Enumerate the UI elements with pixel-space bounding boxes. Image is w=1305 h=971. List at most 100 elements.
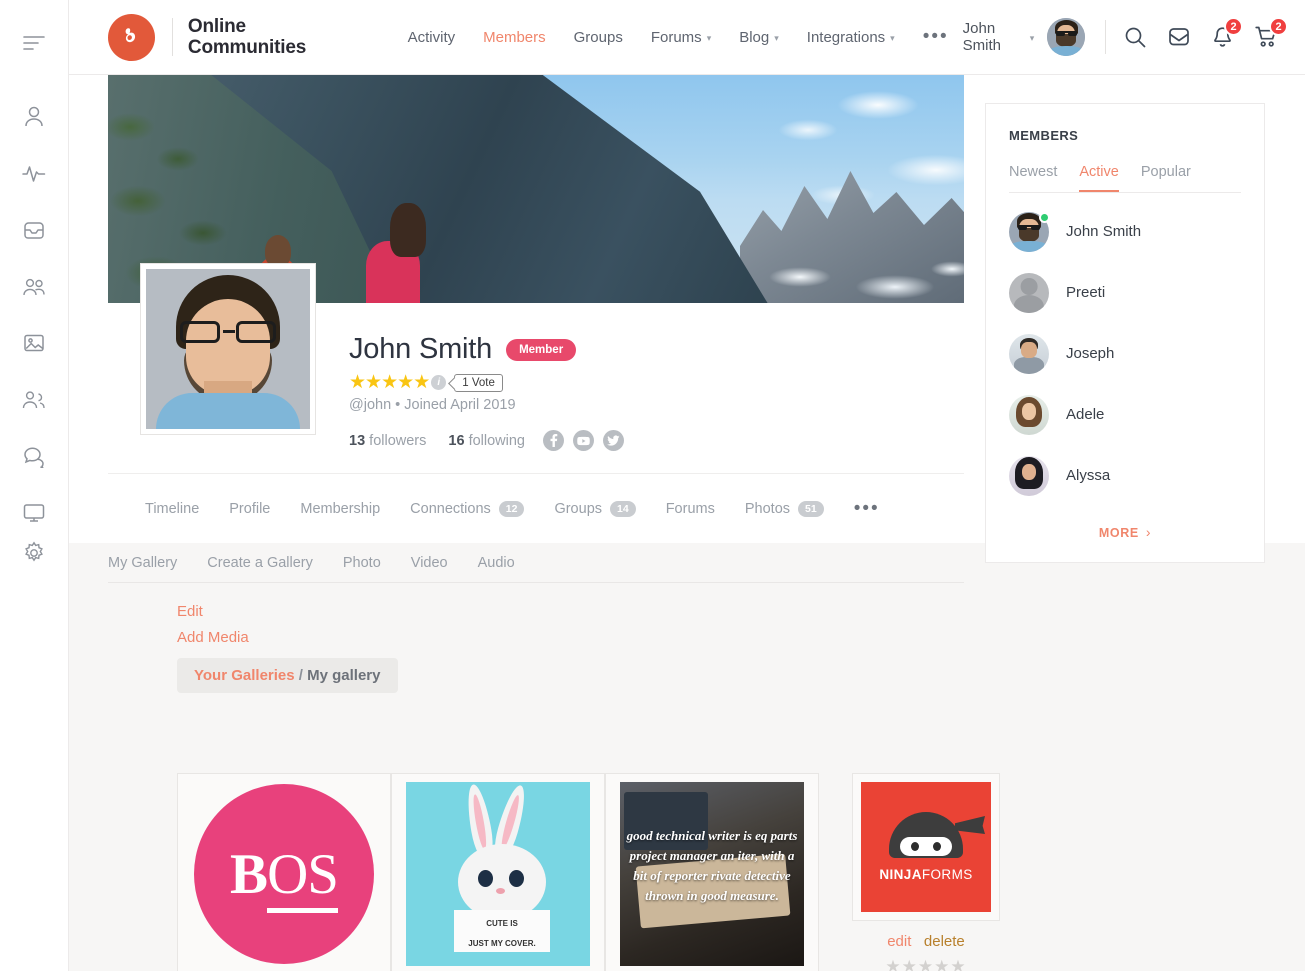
breadcrumb-root[interactable]: Your Galleries <box>194 667 295 684</box>
gallery-grid: BOS edit delete ★★★★★ <box>177 773 1033 971</box>
left-rail <box>0 0 69 971</box>
list-item[interactable]: Joseph <box>1009 323 1241 384</box>
nav-label: Integrations <box>806 28 886 46</box>
tab-label: Timeline <box>145 500 200 517</box>
tab-connections[interactable]: Connections 12 <box>395 500 539 517</box>
online-status-dot <box>1039 211 1050 223</box>
following-stat[interactable]: 16 following <box>448 433 525 449</box>
search-icon[interactable] <box>1124 26 1146 48</box>
star-icon[interactable]: ★ <box>902 957 918 971</box>
widget-tabs: Newest Active Popular <box>1009 164 1241 193</box>
tab-forums[interactable]: Forums <box>651 501 730 517</box>
subnav-audio[interactable]: Audio <box>463 555 530 571</box>
star-icon[interactable]: ★ <box>934 957 950 971</box>
profile-rating[interactable]: ★ ★ ★ ★ ★ i 1 Vote <box>349 373 624 392</box>
add-media-link[interactable]: Add Media <box>177 629 249 646</box>
followers-count: 13 <box>349 432 366 449</box>
star-icon[interactable]: ★ <box>885 957 901 971</box>
tab-profile[interactable]: Profile <box>214 501 285 517</box>
nav-item-blog[interactable]: Blog ▾ <box>725 29 793 46</box>
tab-label: Forums <box>665 500 715 517</box>
youtube-icon[interactable] <box>572 430 594 451</box>
profile-avatar[interactable] <box>140 263 316 435</box>
vote-count-tooltip: 1 Vote <box>454 373 503 392</box>
tab-label: Profile <box>229 500 271 517</box>
nav-item-activity[interactable]: Activity <box>394 29 470 46</box>
avatar <box>1009 394 1049 435</box>
avatar <box>1009 211 1050 252</box>
widget-tab-newest[interactable]: Newest <box>1009 164 1057 192</box>
list-item[interactable]: Adele <box>1009 384 1241 445</box>
tab-photos[interactable]: Photos 51 <box>730 500 839 517</box>
star-icon[interactable]: ★ <box>918 957 934 971</box>
nav-item-groups[interactable]: Groups <box>560 29 637 46</box>
avatar[interactable] <box>1047 18 1086 56</box>
edit-link[interactable]: edit <box>887 933 911 950</box>
widget-more-link[interactable]: MORE › <box>1009 524 1241 540</box>
inbox-icon[interactable] <box>1168 27 1190 47</box>
star-icon: ★ <box>381 372 398 393</box>
gallery-thumb[interactable]: BOS <box>177 773 391 971</box>
subnav-my-gallery[interactable]: My Gallery <box>108 555 192 571</box>
list-item[interactable]: Alyssa <box>1009 445 1241 506</box>
gallery-thumb[interactable]: good technical writer is eq parts projec… <box>605 773 819 971</box>
list-item[interactable]: Preeti <box>1009 262 1241 323</box>
widget-tab-active[interactable]: Active <box>1079 164 1119 192</box>
bos-text-bold: B <box>230 842 268 906</box>
gear-icon[interactable] <box>0 533 69 573</box>
activity-pulse-icon[interactable] <box>0 153 69 193</box>
chevron-down-icon[interactable]: ▾ <box>1030 33 1035 44</box>
nav-label: Groups <box>573 28 623 46</box>
nav-label: Activity <box>407 28 456 46</box>
nav-item-integrations[interactable]: Integrations ▾ <box>793 29 909 46</box>
facebook-icon[interactable] <box>542 430 564 451</box>
ellipsis-icon: ••• <box>853 497 880 519</box>
tab-membership[interactable]: Membership <box>285 501 395 517</box>
following-label: following <box>468 432 525 449</box>
star-icon[interactable]: ★ <box>950 957 966 971</box>
subnav-label: My Gallery <box>108 554 178 571</box>
nav-item-members[interactable]: Members <box>469 29 560 46</box>
gallery-thumb[interactable]: NINJAFORMS <box>852 773 1000 921</box>
user-icon[interactable] <box>0 97 69 137</box>
subnav-video[interactable]: Video <box>396 555 463 571</box>
delete-link[interactable]: delete <box>924 933 965 950</box>
menu-icon[interactable] <box>0 23 69 63</box>
groups-icon[interactable] <box>0 267 69 307</box>
gallery-actions: Edit Add Media <box>177 603 249 655</box>
list-item[interactable]: John Smith <box>1009 201 1241 262</box>
bell-icon[interactable]: 2 <box>1212 17 1243 48</box>
subnav-photo[interactable]: Photo <box>328 555 396 571</box>
twitter-icon[interactable] <box>602 430 624 451</box>
tabs-more-button[interactable]: ••• <box>839 497 895 519</box>
tab-groups[interactable]: Groups 14 <box>539 500 650 517</box>
bunny-image: CUTE IS JUST MY COVER. <box>406 782 590 966</box>
cover-hiker-a-head <box>390 203 426 257</box>
friends-icon[interactable] <box>0 380 69 420</box>
inbox-icon[interactable] <box>0 210 69 250</box>
tab-timeline[interactable]: Timeline <box>130 501 214 517</box>
nav-more-button[interactable]: ••• <box>909 27 963 46</box>
edit-gallery-link[interactable]: Edit <box>177 603 249 620</box>
bos-logo-icon: BOS <box>194 784 374 964</box>
subnav-create-a-gallery[interactable]: Create a Gallery <box>192 555 328 571</box>
breadcrumb: Your Galleries / My gallery <box>177 658 398 693</box>
status-badge: Member <box>506 338 577 361</box>
monitor-icon[interactable] <box>0 493 69 533</box>
image-icon[interactable] <box>0 323 69 363</box>
chat-bubble-icon[interactable] <box>0 437 69 477</box>
info-icon[interactable]: i <box>431 375 447 390</box>
widget-tab-popular[interactable]: Popular <box>1141 164 1191 192</box>
gallery-item-rating[interactable]: ★★★★★ <box>819 957 1033 971</box>
brand[interactable]: Online Communities <box>108 13 356 61</box>
buddypress-logo-icon <box>108 13 155 61</box>
widget-member-list: John Smith Preeti Joseph Adele Alyssa <box>1009 201 1241 506</box>
followers-stat[interactable]: 13 followers <box>349 433 426 449</box>
account-name[interactable]: John Smith <box>963 20 1021 54</box>
profile-card: John Smith Member ★ ★ ★ ★ ★ i 1 Vote @jo… <box>108 75 964 518</box>
cart-icon[interactable]: 2 <box>1255 17 1288 48</box>
gallery-thumb[interactable]: CUTE IS JUST MY COVER. <box>391 773 605 971</box>
chevron-down-icon: ▾ <box>890 32 895 43</box>
more-label: MORE <box>1098 526 1139 540</box>
nav-item-forums[interactable]: Forums ▾ <box>637 29 725 46</box>
